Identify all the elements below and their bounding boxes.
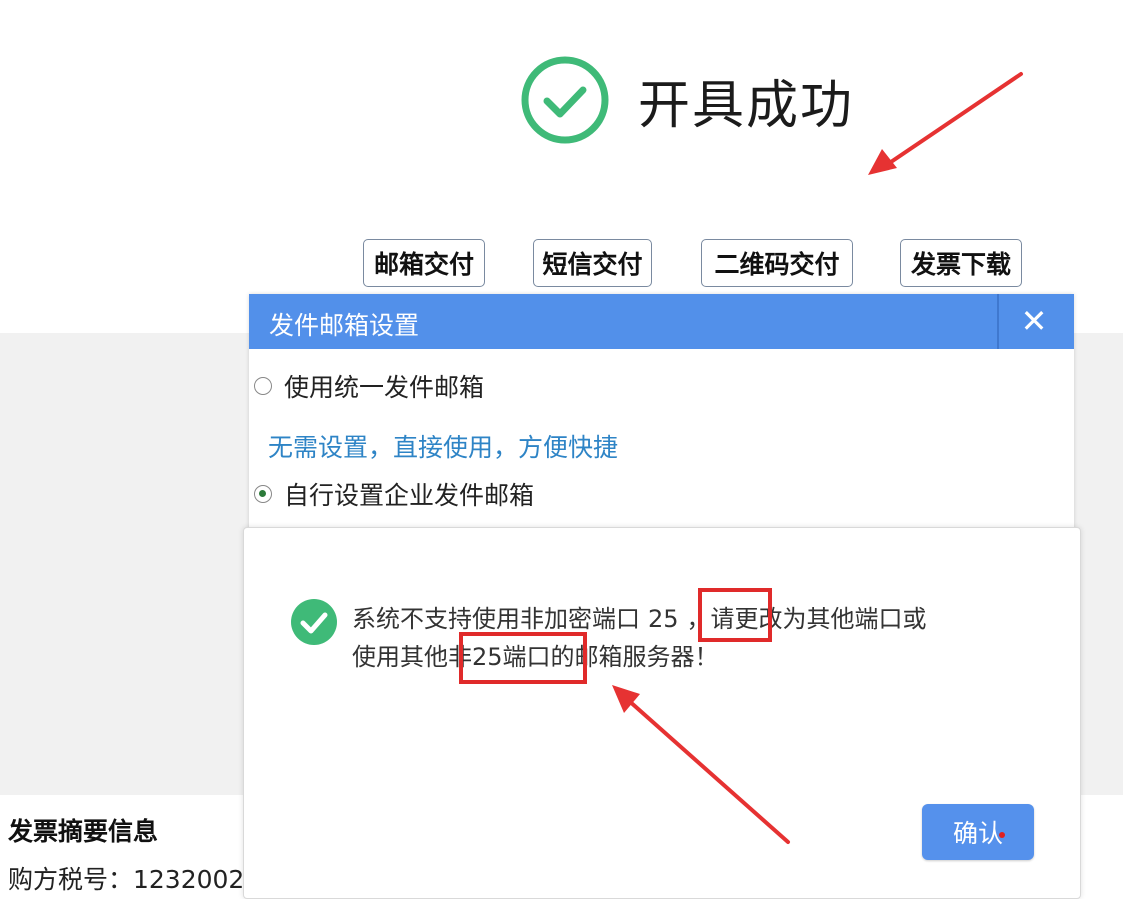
qrcode-delivery-button[interactable]: 二维码交付 xyxy=(701,239,853,287)
cursor-dot xyxy=(999,832,1005,838)
radio-label: 使用统一发件邮箱 xyxy=(284,373,485,402)
invoice-summary-title: 发票摘要信息 xyxy=(8,817,159,846)
radio-button[interactable] xyxy=(254,377,272,395)
radio-custom-mailbox[interactable]: 自行设置企业发件邮箱 xyxy=(254,476,534,512)
port-number: 25 xyxy=(648,605,679,633)
success-header: 开具成功 xyxy=(520,55,854,145)
sms-delivery-button[interactable]: 短信交付 xyxy=(533,239,652,287)
port-warning-dialog: 系统不支持使用非加密端口 25 ，请更改为其他端口或 使用其他非25端口的邮箱服务器… xyxy=(243,527,1081,899)
unified-mailbox-hint: 无需设置，直接使用，方便快捷 xyxy=(268,433,619,462)
highlight-box-port xyxy=(698,588,772,642)
invoice-download-button[interactable]: 发票下载 xyxy=(900,239,1022,287)
sender-mailbox-dialog: 发件邮箱设置 ✕ 使用统一发件邮箱 无需设置，直接使用，方便快捷 自行设置企业发… xyxy=(249,294,1074,534)
arrow-top xyxy=(886,72,1023,166)
dialog-header: 发件邮箱设置 ✕ xyxy=(249,294,1074,349)
confirm-button[interactable]: 确认 xyxy=(922,804,1034,860)
check-circle-icon xyxy=(521,56,609,144)
email-delivery-button[interactable]: 邮箱交付 xyxy=(363,239,485,287)
highlight-box-non25 xyxy=(459,632,587,684)
dialog-title: 发件邮箱设置 xyxy=(269,311,420,340)
radio-label: 自行设置企业发件邮箱 xyxy=(284,481,535,510)
radio-button-selected[interactable] xyxy=(254,485,272,503)
check-circle-icon xyxy=(291,599,337,645)
buyer-tax-id: 购方税号：1232002 xyxy=(8,865,243,894)
close-icon[interactable]: ✕ xyxy=(1015,302,1053,340)
success-title: 开具成功 xyxy=(638,75,855,136)
alert-line1-prefix: 系统不支持使用非加密端口 xyxy=(352,605,640,633)
arrow-top-head xyxy=(868,149,897,175)
radio-unified-mailbox[interactable]: 使用统一发件邮箱 xyxy=(254,368,484,404)
header-divider xyxy=(997,294,999,349)
